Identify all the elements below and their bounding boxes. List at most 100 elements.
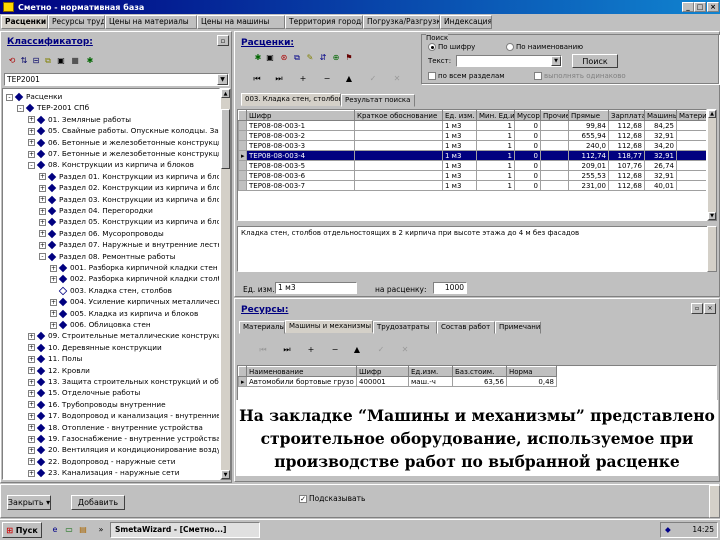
pin-icon[interactable]: ▫	[217, 35, 229, 46]
tab-material-prices[interactable]: Цены на материалы	[105, 15, 197, 29]
expand-toggle-icon[interactable]: +	[28, 355, 35, 363]
expand-toggle-icon[interactable]: -	[6, 93, 13, 101]
delete-record-icon[interactable]: −	[329, 345, 341, 354]
tree-node[interactable]: + Раздел 04. Перегородки	[39, 205, 219, 216]
expand-toggle-icon[interactable]: +	[39, 230, 46, 238]
table-row[interactable]: ТЕР08-08-003-6 1 м3 1 0 255,53 112,68 32,91	[238, 170, 706, 181]
tree-node[interactable]: +07. Бетонные и железобетонные конструкц…	[28, 148, 219, 159]
column-header[interactable]: Норма	[506, 366, 557, 377]
column-header[interactable]: Прочие	[540, 110, 569, 121]
tree-node[interactable]: +001. Разборка кирпичной кладки стен	[50, 262, 219, 273]
tree-node[interactable]: +17. Водопровод и канализация - внутренн…	[28, 410, 219, 421]
expand-toggle-icon[interactable]: +	[39, 241, 46, 249]
expand-toggle-icon[interactable]: +	[39, 173, 46, 181]
expand-toggle-icon[interactable]: +	[28, 344, 35, 352]
find-button[interactable]: Поиск	[572, 54, 618, 68]
cancel-record-icon[interactable]: ✕	[391, 74, 403, 83]
tree-node[interactable]: 003. Кладка стен, столбов	[50, 285, 219, 296]
tree-node[interactable]: +11. Полы	[28, 353, 219, 364]
expand-toggle-icon[interactable]: +	[28, 378, 35, 386]
table-row[interactable]: ТЕР08-08-003-5 1 м3 1 0 209,01 107,76 26,74	[238, 160, 706, 171]
expand-toggle-icon[interactable]: +	[28, 389, 35, 397]
search-input[interactable]: ▼	[456, 55, 562, 67]
column-header[interactable]: Мин. Ед.изм.	[476, 110, 515, 121]
tab-work-composition[interactable]: Состав работ	[437, 321, 495, 334]
expand-toggle-icon[interactable]: +	[50, 264, 57, 272]
expand-toggle-icon[interactable]: +	[39, 196, 46, 204]
table-row[interactable]: ТЕР08-08-003-1 1 м3 1 0 99,84 112,68 84,25	[238, 120, 706, 131]
tree-node[interactable]: +16. Трубопроводы внутренние	[28, 399, 219, 410]
chevron-down-icon[interactable]: ▼	[217, 74, 228, 85]
tree-node[interactable]: + Раздел 02. Конструкции из кирпича и бло…	[39, 182, 219, 193]
classifier-select[interactable]: ТЕР2001 ▼	[4, 73, 229, 86]
column-header[interactable]: Машины	[644, 110, 677, 121]
table-row[interactable]: ▸ Автомобили бортовые грузо 400001 маш.-ч 63…	[238, 376, 557, 387]
expand-toggle-icon[interactable]: +	[28, 139, 35, 147]
tree-node[interactable]: + Раздел 05. Конструкции из кирпича и бло…	[39, 216, 219, 227]
delete-record-icon[interactable]: −	[321, 74, 333, 83]
classifier-tree[interactable]: - Расценки - ТЕР-2001 СПб +01. Земляные рабо…	[2, 88, 220, 480]
expand-toggle-icon[interactable]: +	[28, 424, 35, 432]
expand-toggle-icon[interactable]: +	[28, 435, 35, 443]
all-sections-checkbox[interactable]: по всем разделам	[428, 72, 505, 80]
expand-toggle-icon[interactable]: +	[39, 184, 46, 192]
tree-node[interactable]: - ТЕР-2001 СПб	[17, 102, 219, 113]
tree-icon[interactable]: ✱	[85, 56, 95, 66]
refresh-icon[interactable]: ⊛	[279, 53, 289, 63]
tab-notes[interactable]: Примечания	[495, 321, 541, 334]
tree-node[interactable]: +06. Бетонные и железобетонные конструкц…	[28, 137, 219, 148]
column-header[interactable]: Материалы	[676, 110, 706, 121]
ie-icon[interactable]: e	[50, 525, 60, 535]
folder-icon[interactable]: ▤	[78, 525, 88, 535]
tree-node[interactable]: +005. Кладка из кирпича и блоков	[50, 308, 219, 319]
expand-toggle-icon[interactable]: +	[50, 298, 57, 306]
search-by-code[interactable]: По шифру	[428, 43, 475, 51]
tab-indexation[interactable]: Индексация	[440, 15, 492, 29]
expand-toggle-icon[interactable]: +	[28, 127, 35, 135]
tree-node[interactable]: +23. Канализация - наружные сети	[28, 467, 219, 478]
save-record-icon[interactable]: ✓	[375, 345, 387, 354]
expand-toggle-icon[interactable]: +	[28, 116, 35, 124]
hint-checkbox[interactable]: ✓ Подсказывать	[299, 494, 365, 503]
search-by-name[interactable]: По наименованию	[506, 43, 583, 51]
tree-node[interactable]: - Раздел 08. Ремонтные работы	[39, 251, 219, 262]
tab-territory[interactable]: Территория города	[285, 15, 363, 29]
close-button[interactable]: ×	[707, 2, 719, 12]
column-header[interactable]: Зарплата	[608, 110, 645, 121]
expand-toggle-icon[interactable]: +	[28, 150, 35, 158]
expand-toggle-icon[interactable]: +	[50, 321, 57, 329]
edit-record-icon[interactable]: ▲	[351, 345, 363, 354]
column-header[interactable]: Мусор	[514, 110, 541, 121]
tree-view-icon[interactable]: ✱	[253, 53, 263, 63]
tree-node[interactable]: +006. Облицовка стен	[50, 319, 219, 330]
column-header[interactable]: Прямые	[568, 110, 609, 121]
tree-node[interactable]: +22. Водопровод - наружные сети	[28, 456, 219, 467]
expand-toggle-icon[interactable]: +	[28, 367, 35, 375]
tree-node[interactable]: - 08. Конструкции из кирпича и блоков	[28, 159, 219, 170]
more-icon[interactable]: »	[96, 525, 106, 535]
extra-option-checkbox[interactable]: выполнять одинаково	[534, 72, 626, 80]
pin-icon[interactable]: ▫	[691, 303, 703, 314]
column-header[interactable]: Шифр	[356, 366, 409, 377]
tree-node[interactable]: +12. Кровли	[28, 365, 219, 376]
expand-toggle-icon[interactable]: +	[39, 207, 46, 215]
print-icon[interactable]: ▣	[56, 56, 66, 66]
add-record-icon[interactable]: +	[297, 74, 309, 83]
column-header[interactable]: Баз.стоим.	[452, 366, 507, 377]
tree-node[interactable]: +004. Усиление кирпичных металлических	[50, 296, 219, 307]
last-record-icon[interactable]: ⏭	[273, 74, 285, 84]
unit-field[interactable]: 1 м3	[275, 282, 357, 294]
per-rate-field[interactable]: 1000	[433, 282, 467, 294]
tree-node[interactable]: + Раздел 06. Мусоропроводы	[39, 228, 219, 239]
tab-materials[interactable]: Материалы	[239, 321, 285, 334]
tree-scrollbar[interactable]: ▲ ▼	[220, 88, 231, 480]
copy-icon[interactable]: ⧉	[43, 56, 53, 66]
column-header[interactable]: Краткое обоснование	[354, 110, 443, 121]
tree-node[interactable]: +19. Газоснабжение - внутренние устройст…	[28, 433, 219, 444]
expand-toggle-icon[interactable]: +	[28, 446, 35, 454]
bookmark-icon[interactable]: ⚑	[344, 53, 354, 63]
table-row[interactable]: ТЕР08-08-003-3 1 м3 1 0 240,0 112,68 34,20	[238, 140, 706, 151]
tree-node[interactable]: + Раздел 01. Конструкции из кирпича и бло…	[39, 171, 219, 182]
tab-machine-prices[interactable]: Цены на машины	[197, 15, 285, 29]
expand-toggle-icon[interactable]: +	[28, 332, 35, 340]
